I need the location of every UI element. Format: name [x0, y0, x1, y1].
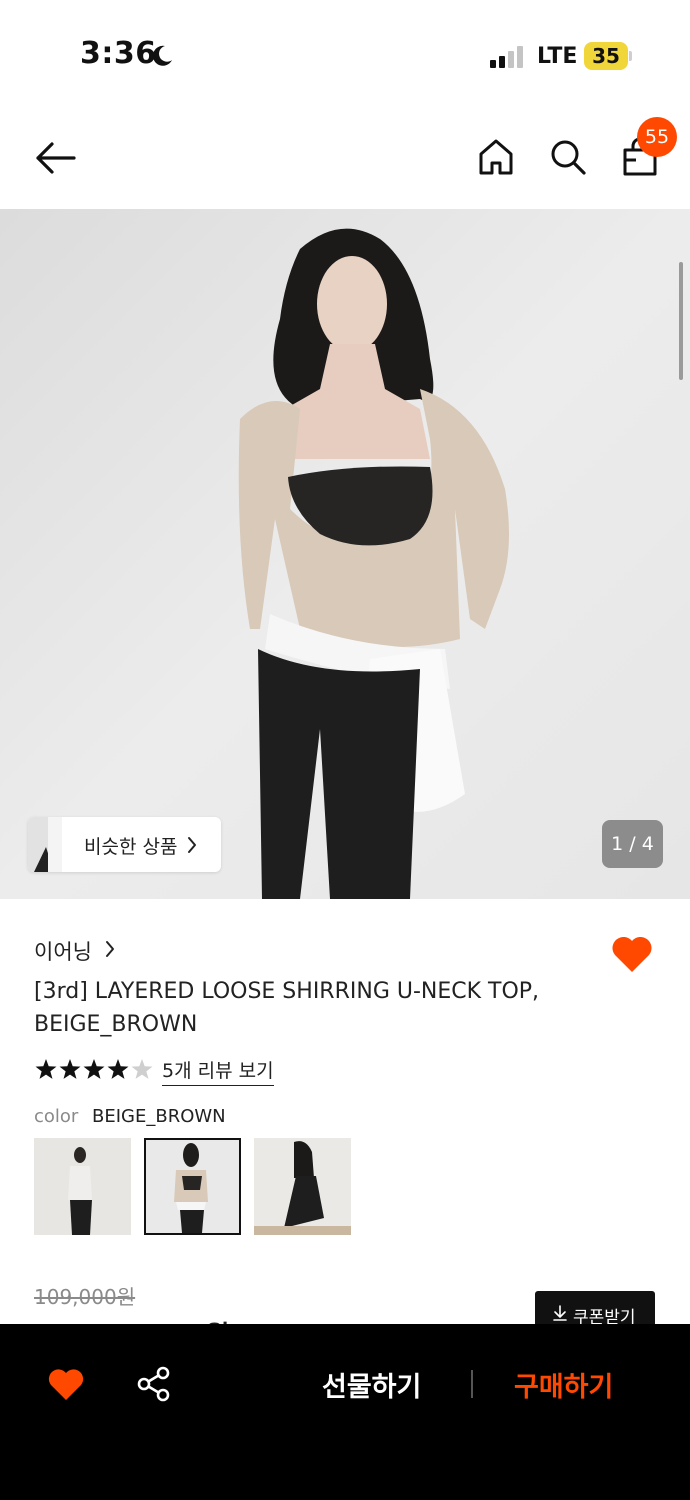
share-icon[interactable] [136, 1366, 172, 1402]
swatch-image-2 [146, 1140, 239, 1233]
status-bar: 3:36 LTE 35 [0, 0, 690, 110]
brand-chevron-icon[interactable] [104, 940, 116, 958]
star-icon [83, 1059, 105, 1079]
gift-button[interactable]: 선물하기 [322, 1365, 421, 1404]
status-time: 3:36 [80, 36, 157, 71]
bottom-heart-icon[interactable] [47, 1366, 85, 1402]
moon-icon [152, 45, 172, 66]
back-arrow-icon[interactable] [34, 140, 76, 176]
star-icon [107, 1059, 129, 1079]
swatch-image-1 [34, 1138, 131, 1235]
buy-button[interactable]: 구매하기 [514, 1365, 613, 1404]
swatch-image-3 [254, 1138, 351, 1235]
brand-name[interactable]: 이어닝 [34, 936, 92, 966]
star-icon [59, 1059, 81, 1079]
product-photo [0, 209, 690, 899]
bottom-action-bar [0, 1324, 690, 1500]
download-icon [553, 1305, 567, 1321]
battery-indicator: 35 [584, 42, 628, 70]
rating-stars [35, 1059, 153, 1079]
signal-icon [490, 46, 526, 68]
search-icon[interactable] [549, 138, 587, 176]
color-value: BEIGE_BROWN [92, 1106, 226, 1127]
battery-cap [629, 51, 632, 61]
review-link[interactable]: 5개 리뷰 보기 [162, 1056, 274, 1086]
image-page-indicator: 1 / 4 [602, 820, 663, 868]
network-label: LTE [537, 44, 578, 69]
original-price: 109,000원 [34, 1285, 136, 1309]
product-title: [3rd] LAYERED LOOSE SHIRRING U-NECK TOP,… [34, 979, 540, 1037]
bottom-divider [471, 1370, 473, 1398]
home-icon[interactable] [478, 138, 514, 176]
product-image[interactable] [0, 209, 690, 899]
scroll-indicator [679, 262, 683, 380]
cart-count-badge: 55 [637, 117, 677, 157]
similar-products-button[interactable]: 비슷한 상품 [28, 817, 221, 872]
similar-thumbnail [28, 817, 62, 872]
chevron-right-icon [188, 837, 196, 853]
color-swatch-2[interactable] [144, 1138, 241, 1235]
color-label: color [34, 1106, 79, 1127]
star-icon [131, 1059, 153, 1079]
wishlist-heart-icon[interactable] [610, 934, 654, 974]
similar-products-label: 비슷한 상품 [84, 836, 178, 858]
color-swatch-3[interactable] [254, 1138, 351, 1235]
color-swatch-1[interactable] [34, 1138, 131, 1235]
star-icon [35, 1059, 57, 1079]
